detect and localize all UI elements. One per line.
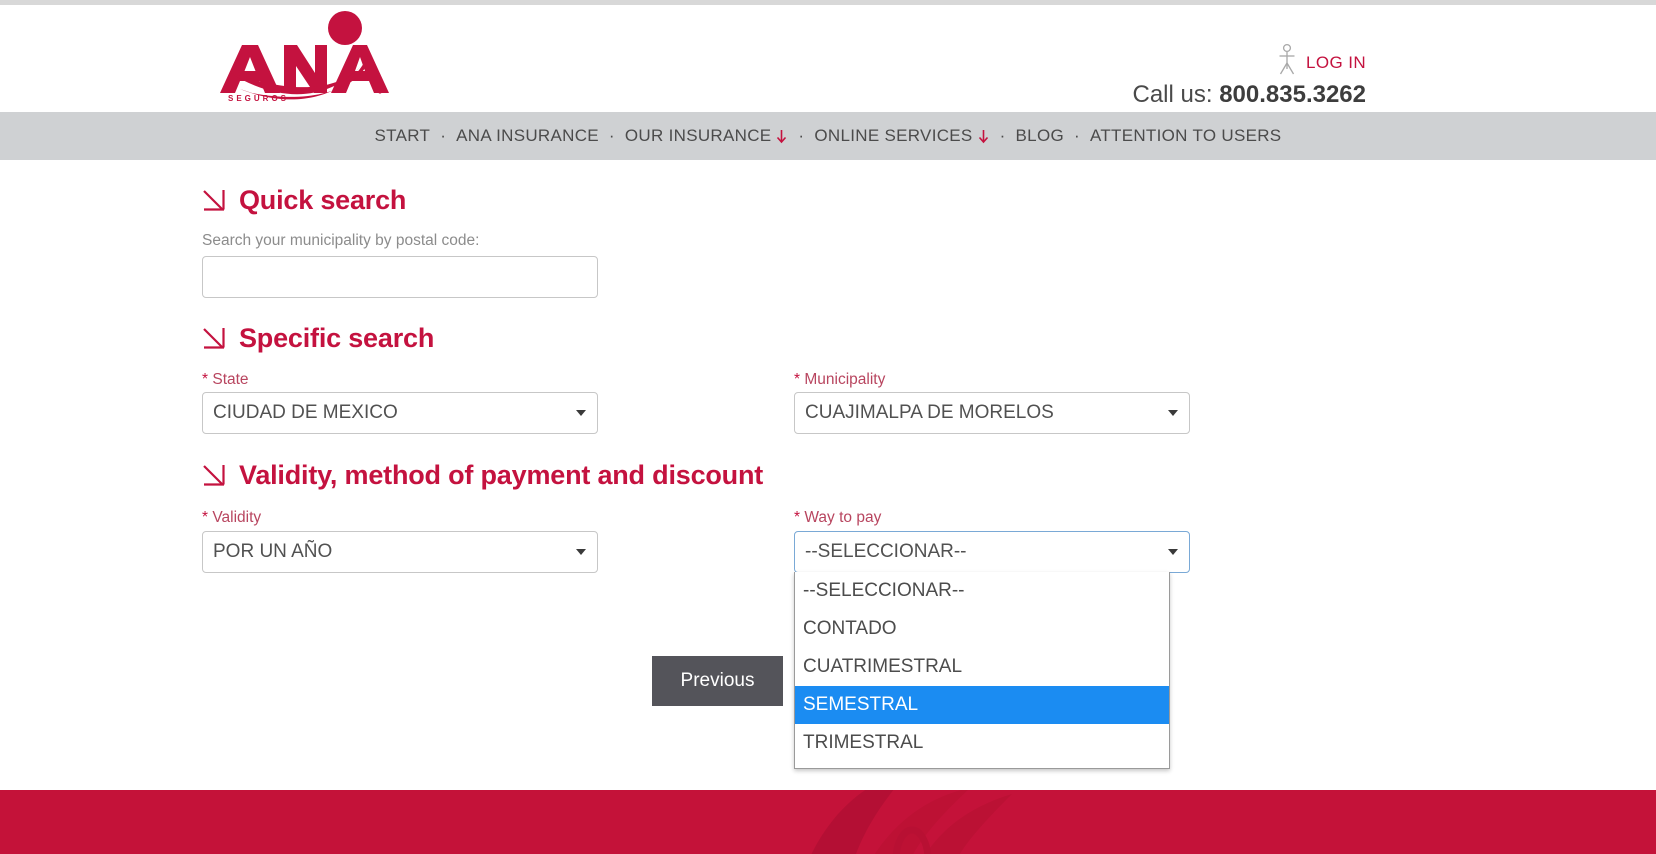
validity-label: * Validity <box>202 509 261 527</box>
chevron-down-icon <box>1168 410 1178 416</box>
nav-separator: · <box>608 126 615 145</box>
dropdown-option[interactable]: --SELECCIONAR-- <box>795 572 1169 610</box>
postal-code-input[interactable] <box>202 256 598 298</box>
corner-arrow-icon <box>203 464 225 486</box>
specific-search-heading: Specific search <box>202 323 434 354</box>
quick-search-title: Quick search <box>239 185 407 215</box>
dropdown-option[interactable]: SEMESTRAL <box>795 686 1169 724</box>
validity-label-text: Validity <box>212 509 262 526</box>
nav-item-label: ANA INSURANCE <box>456 126 599 145</box>
municipality-label-text: Municipality <box>804 371 886 388</box>
dropdown-option[interactable]: TRIMESTRAL <box>795 724 1169 762</box>
login-row: LOG IN <box>1132 35 1366 77</box>
nav-item-attention-to-users[interactable]: ATTENTION TO USERS <box>1090 126 1281 146</box>
previous-button[interactable]: Previous <box>652 656 783 706</box>
quick-search-heading: Quick search <box>202 185 406 216</box>
way-to-pay-label-text: Way to pay <box>804 509 882 526</box>
state-select-value: CIUDAD DE MEXICO <box>213 402 398 423</box>
nav-item-start[interactable]: START <box>375 126 431 146</box>
nav-item-label: ONLINE SERVICES <box>814 126 973 145</box>
ana-seguros-logo[interactable]: SEGUROS <box>212 11 402 106</box>
nav-item-label: BLOG <box>1015 126 1064 145</box>
nav-item-label: OUR INSURANCE <box>624 126 772 145</box>
specific-search-title: Specific search <box>239 323 435 353</box>
nav-items-container: START · ANA INSURANCE · OUR INSURANCE · ONLINE… <box>375 126 1282 146</box>
chevron-down-icon <box>1168 549 1178 555</box>
site-header: SEGUROS LOG IN Call us: 800.835.3262 <box>0 5 1656 112</box>
dropdown-option-label: --SELECCIONAR-- <box>803 580 965 601</box>
dropdown-option[interactable]: CONTADO <box>795 610 1169 648</box>
footer-red-band <box>0 790 1656 854</box>
main-navigation: START · ANA INSURANCE · OUR INSURANCE · ONLINE… <box>0 112 1656 160</box>
state-label-text: State <box>212 371 249 388</box>
header-right-cluster: LOG IN Call us: 800.835.3262 <box>1132 35 1366 109</box>
way-to-pay-label: * Way to pay <box>794 509 881 527</box>
validity-section-title: Validity, method of payment and discount <box>239 460 764 490</box>
nav-item-label: ATTENTION TO USERS <box>1089 126 1282 145</box>
state-select[interactable]: CIUDAD DE MEXICO <box>202 392 598 434</box>
chevron-down-icon <box>777 129 787 143</box>
dropdown-option-label: TRIMESTRAL <box>803 732 924 753</box>
dropdown-option-label: CONTADO <box>803 618 897 639</box>
validity-section-heading: Validity, method of payment and discount <box>202 460 763 491</box>
nav-separator: · <box>1074 126 1080 145</box>
postal-code-hint: Search your municipality by postal code: <box>202 232 480 249</box>
call-us-prefix: Call us: <box>1132 81 1213 108</box>
corner-arrow-icon <box>203 189 225 211</box>
way-to-pay-dropdown[interactable]: --SELECCIONAR-- CONTADO CUATRIMESTRAL SEMES… <box>794 572 1170 769</box>
chevron-down-icon <box>978 129 988 143</box>
validity-select-value: POR UN AÑO <box>213 541 333 562</box>
main-content: Quick search Search your municipality by… <box>0 160 1656 830</box>
svg-text:SEGUROS: SEGUROS <box>228 94 289 103</box>
chevron-down-icon <box>576 410 586 416</box>
call-us-text: Call us: 800.835.3262 <box>1132 81 1366 109</box>
dropdown-option-label: CUATRIMESTRAL <box>803 656 963 677</box>
login-link[interactable]: LOG IN <box>1306 54 1366 77</box>
required-asterisk: * <box>794 371 801 388</box>
municipality-select[interactable]: CUAJIMALPA DE MORELOS <box>794 392 1190 434</box>
nav-item-online-services[interactable]: ONLINE SERVICES <box>814 126 989 146</box>
validity-select[interactable]: POR UN AÑO <box>202 531 598 573</box>
municipality-label: * Municipality <box>794 371 885 389</box>
nav-item-ana-insurance[interactable]: ANA INSURANCE <box>456 126 599 146</box>
chevron-down-icon <box>576 549 586 555</box>
state-label: * State <box>202 371 249 389</box>
way-to-pay-select[interactable]: --SELECCIONAR-- <box>794 531 1190 573</box>
nav-item-our-insurance[interactable]: OUR INSURANCE <box>625 126 789 146</box>
required-asterisk: * <box>794 509 801 526</box>
nav-separator: · <box>440 126 447 145</box>
nav-item-label: START <box>374 126 431 145</box>
nav-item-blog[interactable]: BLOG <box>1016 126 1064 146</box>
way-to-pay-select-value: --SELECCIONAR-- <box>805 541 967 562</box>
required-asterisk: * <box>202 371 209 388</box>
footer-ribbon-graphic <box>811 790 1012 854</box>
logo-icon: SEGUROS <box>220 11 389 103</box>
postal-code-field-wrap <box>202 256 598 298</box>
nav-separator: · <box>999 126 1006 145</box>
required-asterisk: * <box>202 509 209 526</box>
phone-number[interactable]: 800.835.3262 <box>1219 81 1366 108</box>
page-root: SEGUROS LOG IN Call us: 800.835.3262 STA… <box>0 0 1656 854</box>
nav-separator: · <box>798 126 805 145</box>
municipality-select-value: CUAJIMALPA DE MORELOS <box>805 402 1054 423</box>
dropdown-option-label: SEMESTRAL <box>803 694 919 715</box>
person-icon <box>1279 43 1295 75</box>
dropdown-option[interactable]: CUATRIMESTRAL <box>795 648 1169 686</box>
corner-arrow-icon <box>203 327 225 349</box>
